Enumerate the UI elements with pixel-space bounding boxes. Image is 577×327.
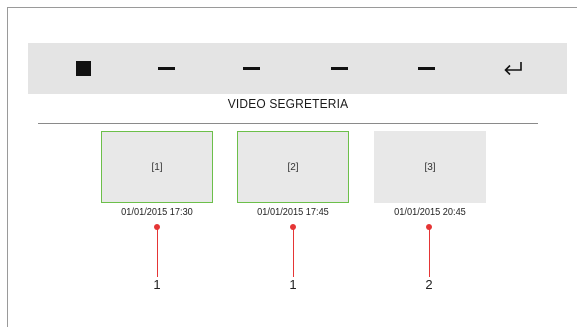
- callout-line: [428, 228, 430, 277]
- message-timestamp-3: 01/01/2015 20:45: [394, 207, 466, 218]
- message-timestamp-1: 01/01/2015 17:30: [121, 207, 193, 218]
- callout-leader-2: [289, 224, 297, 279]
- toolbar: [28, 43, 567, 94]
- dash-icon: [330, 67, 348, 70]
- callout-line: [156, 228, 158, 277]
- page-title: VIDEO SEGRETERIA: [227, 96, 349, 111]
- video-message-thumbnail-1[interactable]: [1]: [101, 131, 213, 203]
- return-arrow-icon: [504, 61, 522, 75]
- callout-number-3: 2: [425, 277, 433, 292]
- stop-square-icon: [75, 61, 91, 76]
- thumbnail-label: [1]: [151, 161, 163, 173]
- dash-button-4[interactable]: [406, 43, 446, 94]
- callout-number-1: 1: [153, 277, 161, 292]
- title-divider: [38, 123, 538, 124]
- back-button[interactable]: [493, 43, 533, 94]
- callout-line: [292, 228, 294, 277]
- thumbnail-label: [2]: [287, 161, 299, 173]
- dash-button-3[interactable]: [319, 43, 359, 94]
- video-message-thumbnail-2[interactable]: [2]: [237, 131, 349, 203]
- dash-button-1[interactable]: [146, 43, 186, 94]
- callout-number-2: 1: [289, 277, 297, 292]
- dash-icon: [417, 67, 435, 70]
- callout-leader-3: [425, 224, 433, 279]
- dash-icon: [242, 67, 260, 70]
- video-message-thumbnail-3[interactable]: [3]: [374, 131, 486, 203]
- stop-button[interactable]: [63, 43, 103, 94]
- callout-leader-1: [153, 224, 161, 279]
- thumbnail-label: [3]: [424, 161, 436, 173]
- message-timestamp-2: 01/01/2015 17:45: [257, 207, 329, 218]
- dash-button-2[interactable]: [231, 43, 271, 94]
- dash-icon: [157, 67, 175, 70]
